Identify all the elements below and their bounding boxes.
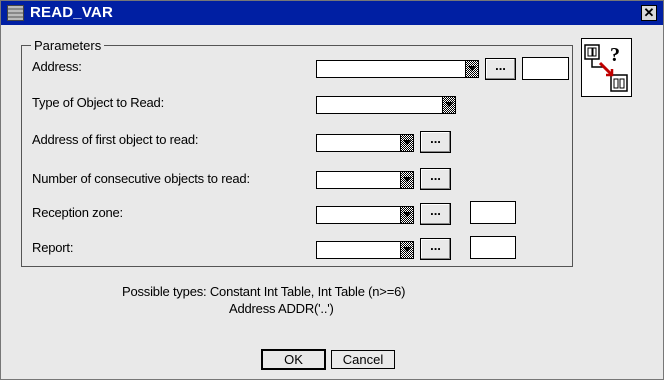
function-block-icon bbox=[7, 5, 24, 21]
chevron-down-icon[interactable] bbox=[465, 61, 478, 77]
chevron-down-icon[interactable] bbox=[400, 172, 413, 188]
object-count-combo[interactable] bbox=[316, 171, 414, 189]
address-format-text: Address ADDR('..') bbox=[229, 301, 334, 316]
reception-zone-browse-button[interactable]: ... bbox=[420, 203, 451, 225]
object-type-label: Type of Object to Read: bbox=[32, 95, 164, 110]
object-count-browse-button[interactable]: ... bbox=[420, 168, 451, 190]
report-browse-button[interactable]: ... bbox=[420, 238, 451, 260]
address-browse-button[interactable]: ... bbox=[485, 58, 516, 80]
svg-text:?: ? bbox=[610, 44, 620, 66]
address-extra-field[interactable] bbox=[522, 57, 569, 80]
read-var-dialog: READ_VAR ✕ Parameters Address: ... Type … bbox=[0, 0, 664, 380]
close-button[interactable]: ✕ bbox=[641, 5, 657, 21]
first-object-combo[interactable] bbox=[316, 134, 414, 152]
reception-zone-extra-field[interactable] bbox=[470, 201, 516, 224]
chevron-down-icon[interactable] bbox=[400, 135, 413, 151]
address-label: Address: bbox=[32, 59, 82, 74]
cancel-button[interactable]: Cancel bbox=[331, 350, 395, 369]
ok-button[interactable]: OK bbox=[262, 350, 325, 369]
help-variable-icon-graphic: ? bbox=[584, 44, 628, 92]
reception-zone-combo[interactable] bbox=[316, 206, 414, 224]
title-bar: READ_VAR ✕ bbox=[1, 1, 663, 25]
chevron-down-icon[interactable] bbox=[442, 97, 455, 113]
chevron-down-icon[interactable] bbox=[400, 207, 413, 223]
report-combo[interactable] bbox=[316, 241, 414, 259]
chevron-down-icon[interactable] bbox=[400, 242, 413, 258]
possible-types-text: Possible types: Constant Int Table, Int … bbox=[122, 284, 406, 299]
first-object-browse-button[interactable]: ... bbox=[420, 131, 451, 153]
help-variable-icon[interactable]: ? bbox=[581, 38, 632, 97]
window-title: READ_VAR bbox=[30, 4, 114, 21]
report-extra-field[interactable] bbox=[470, 236, 516, 259]
address-combo[interactable] bbox=[316, 60, 479, 78]
object-count-label: Number of consecutive objects to read: bbox=[32, 171, 250, 186]
first-object-label: Address of first object to read: bbox=[32, 132, 199, 147]
reception-zone-label: Reception zone: bbox=[32, 205, 123, 220]
parameters-legend: Parameters bbox=[31, 38, 105, 53]
object-type-combo[interactable] bbox=[316, 96, 456, 114]
report-label: Report: bbox=[32, 240, 74, 255]
